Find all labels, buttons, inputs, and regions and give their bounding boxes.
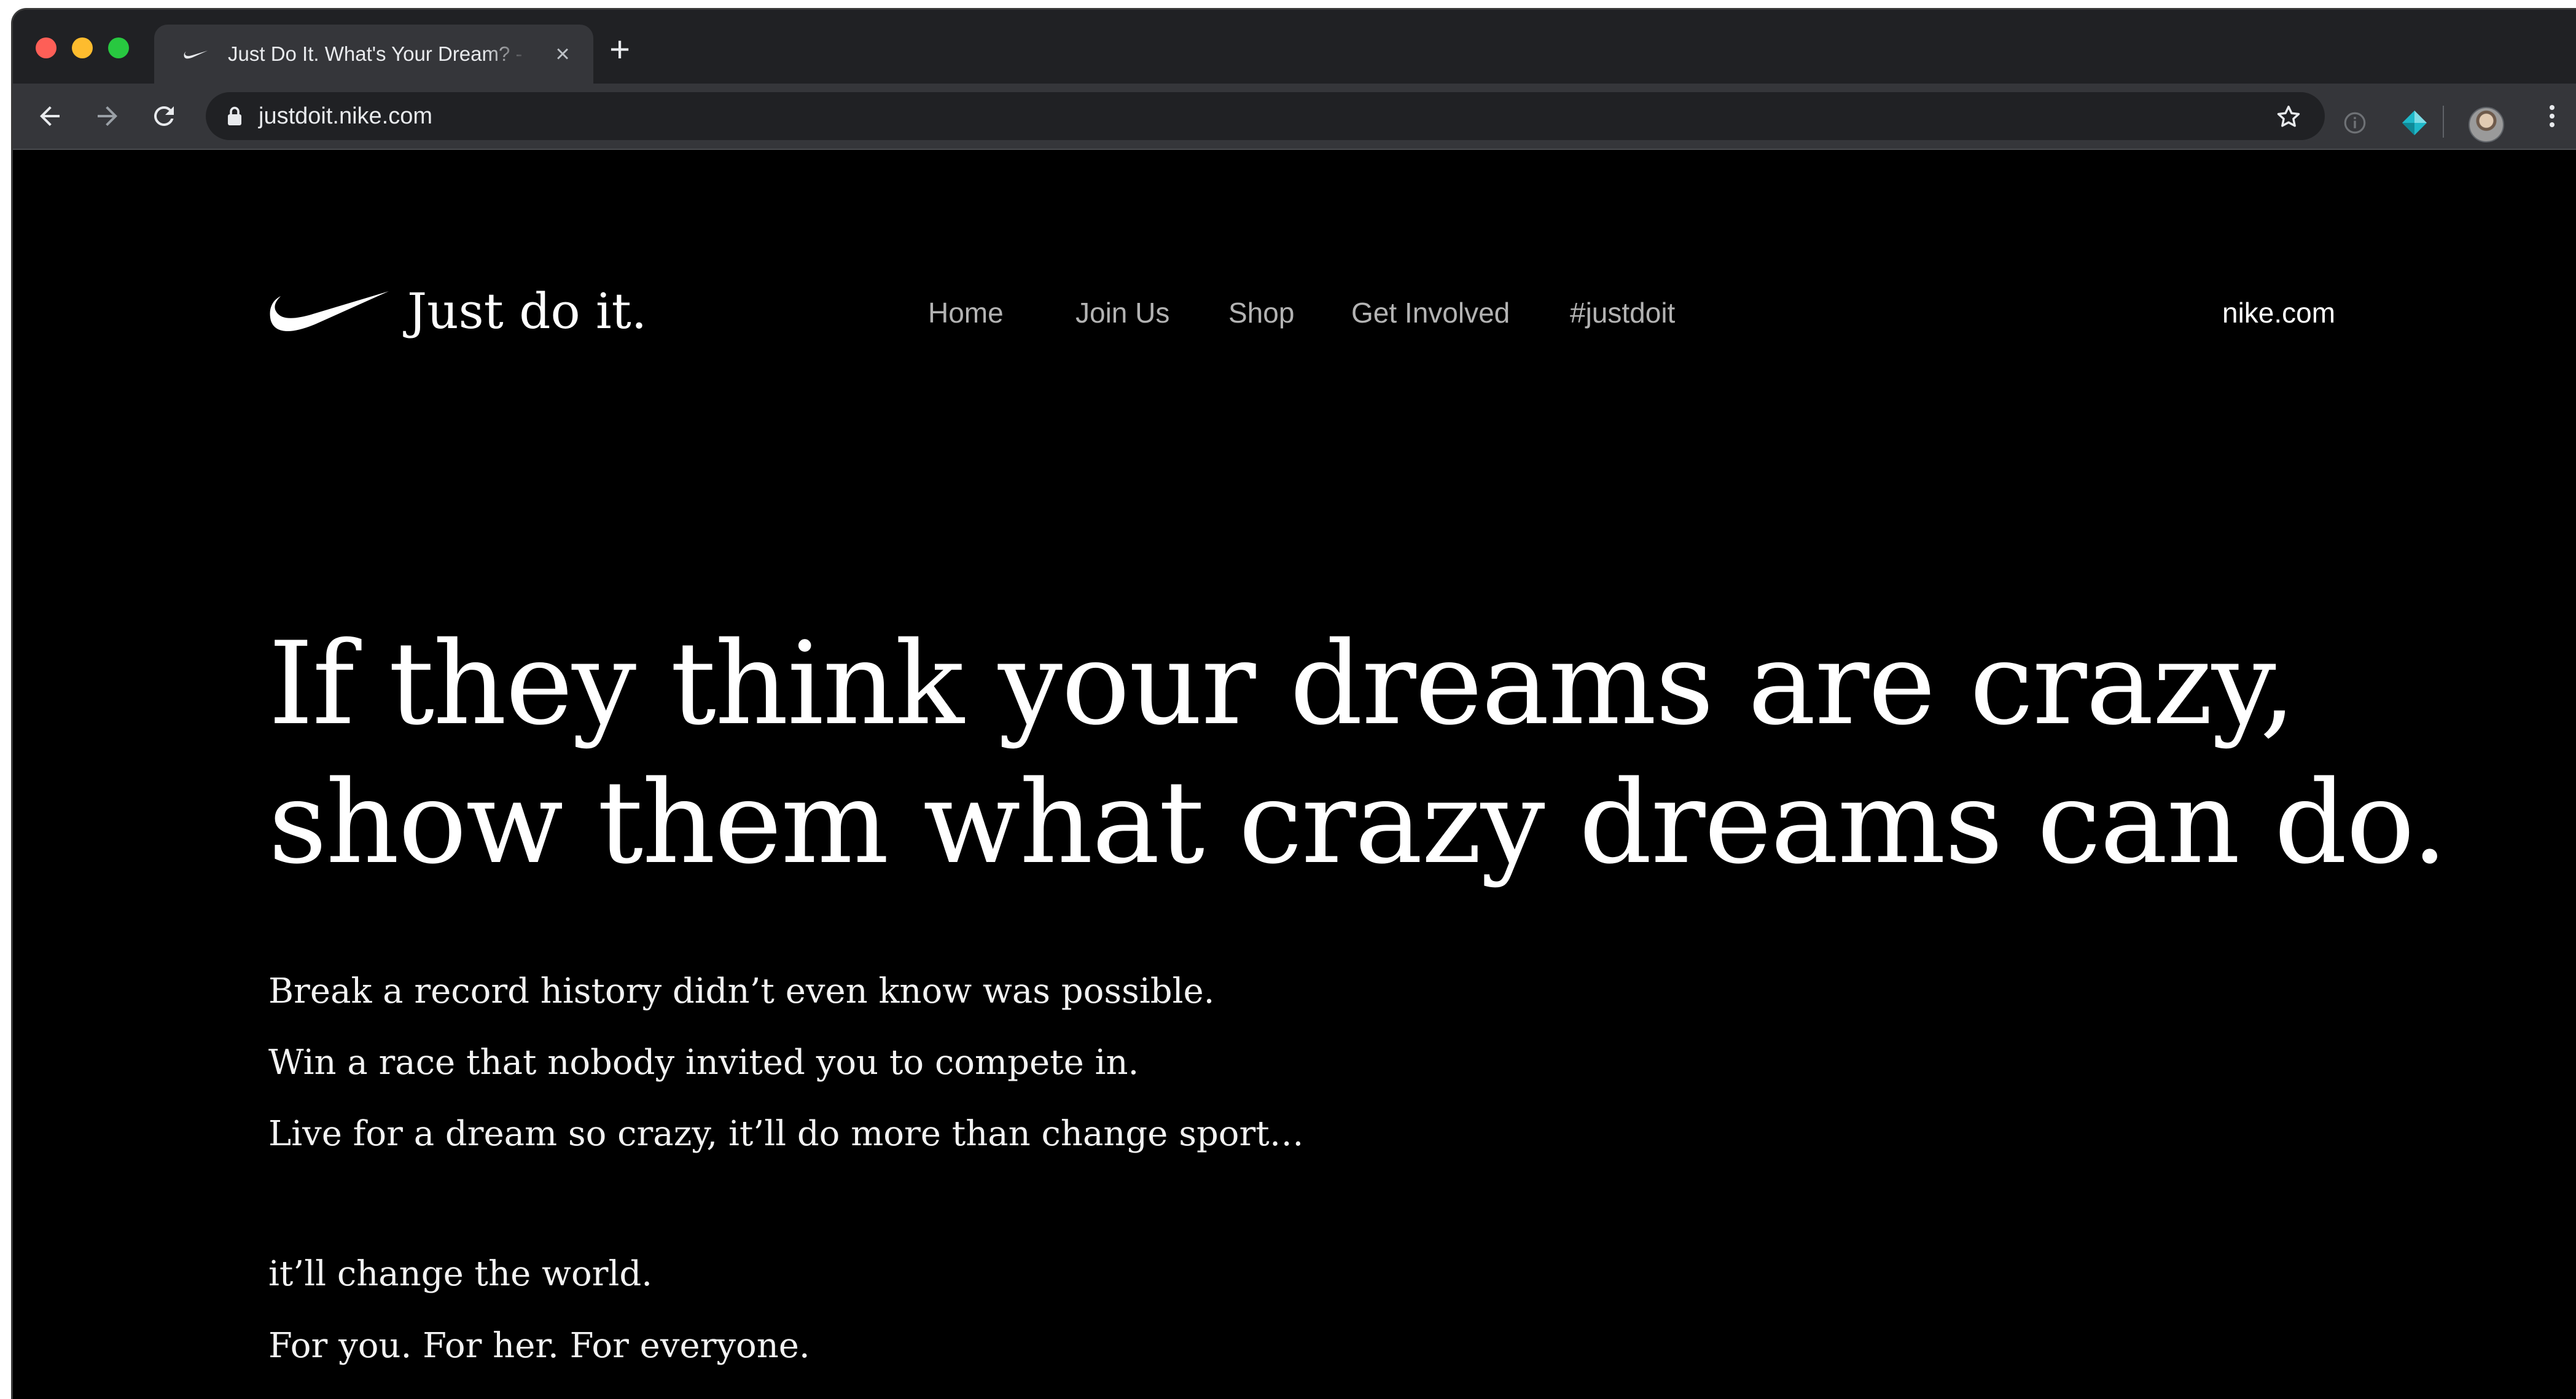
lock-icon xyxy=(228,106,241,125)
browser-toolbar: justdoit.nike.com xyxy=(13,84,2576,150)
browser-window: Just Do It. What's Your Dream? - Nike × … xyxy=(13,10,2576,1399)
hero-headline: If they think your dreams are crazy, sho… xyxy=(268,614,2448,892)
nav-item-get-involved[interactable]: Get Involved xyxy=(1351,285,1510,340)
diamond-extension-icon[interactable] xyxy=(2400,108,2429,138)
info-extension-icon[interactable] xyxy=(2342,110,2368,136)
nav-item-home[interactable]: Home xyxy=(928,285,1004,340)
body-line: Break a record history didn’t even know … xyxy=(268,971,1215,1011)
nav-item-justdoit[interactable]: #justdoit xyxy=(1570,285,1675,340)
body-line: For you. For her. For everyone. xyxy=(268,1326,810,1366)
headline-line: show them what crazy dreams can do. xyxy=(268,756,2448,889)
tab-title: Just Do It. What's Your Dream? - Nike xyxy=(228,42,529,65)
star-icon[interactable] xyxy=(2274,103,2303,131)
url-text[interactable]: justdoit.nike.com xyxy=(259,92,432,140)
address-bar[interactable]: justdoit.nike.com xyxy=(206,92,2325,140)
close-icon[interactable]: × xyxy=(549,41,576,68)
body-line: it’ll change the world. xyxy=(268,1254,652,1294)
plus-icon[interactable]: + xyxy=(604,32,635,68)
close-window-button[interactable] xyxy=(36,37,57,58)
nav-item-join-us[interactable]: Join Us xyxy=(1075,285,1169,340)
arrow-right-icon[interactable] xyxy=(93,101,122,131)
browser-tab[interactable]: Just Do It. What's Your Dream? - Nike × xyxy=(154,25,593,84)
body-line: Live for a dream so crazy, it’ll do more… xyxy=(268,1114,1304,1154)
nike-com-link[interactable]: nike.com xyxy=(2222,285,2335,340)
tab-strip: Just Do It. What's Your Dream? - Nike × … xyxy=(13,10,2576,84)
nav-item-shop[interactable]: Shop xyxy=(1228,285,1294,340)
avatar[interactable] xyxy=(2469,107,2504,143)
nike-swoosh-icon xyxy=(270,291,389,331)
reload-icon[interactable] xyxy=(149,101,179,131)
nike-swoosh-icon xyxy=(184,50,208,59)
headline-line: If they think your dreams are crazy, xyxy=(268,617,2296,750)
arrow-left-icon[interactable] xyxy=(35,101,64,131)
maximize-window-button[interactable] xyxy=(108,37,129,58)
minimize-window-button[interactable] xyxy=(72,37,93,58)
body-line: Win a race that nobody invited you to co… xyxy=(268,1043,1139,1083)
logo-text: Just do it. xyxy=(407,283,647,340)
kebab-menu-icon[interactable] xyxy=(2537,101,2567,131)
page-content: Just do it. Home Join Us Shop Get Involv… xyxy=(13,150,2576,1399)
toolbar-divider xyxy=(2443,106,2444,138)
